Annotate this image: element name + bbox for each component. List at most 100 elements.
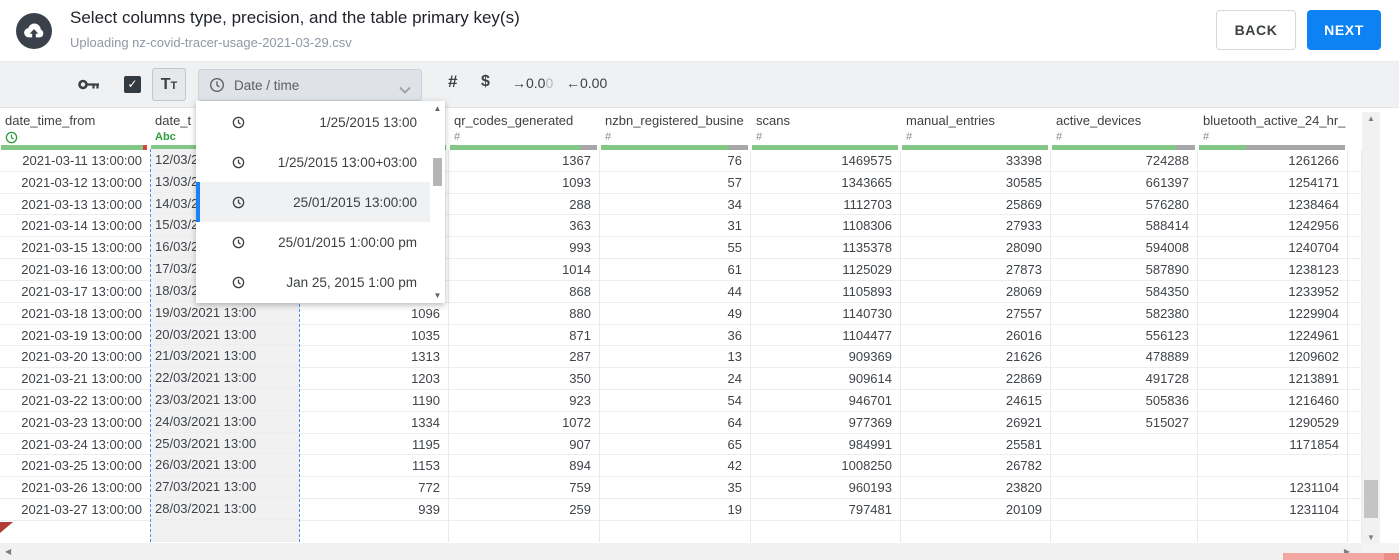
table-cell — [1348, 521, 1361, 541]
table-cell — [1348, 499, 1361, 521]
horizontal-scrollbar[interactable]: ◀ ▶ — [0, 543, 1362, 560]
table-cell: 772 — [300, 477, 448, 499]
column-type-label: # — [1203, 131, 1210, 143]
table-cell — [1198, 455, 1347, 478]
table-cell: 27873 — [901, 259, 1050, 281]
table-cell: 2021-03-15 13:00:00 — [0, 237, 150, 260]
format-option[interactable]: 25/01/2015 1:00:00 pm — [196, 222, 430, 262]
column-type-select[interactable]: Date / time — [198, 69, 422, 101]
vertical-scrollbar[interactable]: ▲ ▼ — [1362, 112, 1380, 544]
next-button[interactable]: NEXT — [1307, 10, 1381, 50]
table-cell: 2021-03-16 13:00:00 — [0, 259, 150, 281]
scroll-left-icon[interactable]: ◀ — [5, 547, 11, 556]
table-cell: 2021-03-27 13:00:00 — [0, 499, 150, 521]
scroll-down-icon[interactable]: ▼ — [430, 291, 445, 300]
table-cell: 909369 — [751, 346, 900, 369]
table-column-qr_codes_generated: qr_codes_generated #1367 1093 288 363 993 1014… — [449, 107, 600, 542]
scroll-up-icon[interactable]: ▲ — [1362, 114, 1380, 123]
table-cell — [600, 521, 750, 541]
table-cell: 28/03/2021 13:00 — [151, 498, 299, 520]
table-cell: 1240704 — [1198, 237, 1347, 260]
table-cell: 960193 — [751, 477, 900, 499]
table-cell: 2021-03-21 13:00:00 — [0, 368, 150, 390]
table-cell: 1469575 — [751, 150, 900, 172]
table-cell: 28069 — [901, 281, 1050, 303]
checkbox-checked-icon[interactable]: ✓ — [124, 76, 141, 93]
text-type-button[interactable]: TT — [152, 68, 186, 101]
table-cell: 2021-03-20 13:00:00 — [0, 346, 150, 369]
table-cell: 797481 — [751, 499, 900, 521]
table-cell: 1105893 — [751, 281, 900, 303]
table-cell: 2021-03-12 13:00:00 — [0, 172, 150, 194]
table-cell: 1242956 — [1198, 215, 1347, 238]
table-cell: 1072 — [449, 412, 599, 434]
column-header[interactable]: qr_codes_generated — [454, 113, 598, 131]
table-cell — [1348, 237, 1361, 260]
table-cell: 25/03/2021 13:00 — [151, 433, 299, 455]
table-cell: 27933 — [901, 215, 1050, 238]
column-header[interactable]: scans — [756, 113, 899, 131]
column-cells — [1348, 150, 1362, 542]
table-cell: 661397 — [1051, 172, 1197, 194]
format-option[interactable]: 1/25/2015 13:00+03:00 — [196, 142, 430, 182]
format-option[interactable]: Jan 25, 2015 1:00 pm — [196, 262, 430, 302]
table-cell: 582380 — [1051, 303, 1197, 325]
table-cell: 2021-03-14 13:00:00 — [0, 215, 150, 238]
scrollbar-thumb[interactable] — [1364, 480, 1378, 518]
table-column-nzbn_registered_busine: nzbn_registered_busine #76 57 34 31 55 61 44 49 3… — [600, 107, 751, 542]
decimal-increase-icon[interactable]: →0.00 — [512, 75, 553, 91]
table-cell: 259 — [449, 499, 599, 521]
column-cells: 1261266 1254171 1238464 1242956 1240704 12381… — [1198, 150, 1348, 542]
table-cell: 26/03/2021 13:00 — [151, 454, 299, 477]
table-cell: 65 — [600, 434, 750, 456]
scroll-up-icon[interactable]: ▲ — [430, 104, 445, 113]
table-cell: 1231104 — [1198, 477, 1347, 499]
hash-icon[interactable]: # — [448, 72, 457, 92]
table-cell — [751, 521, 900, 541]
table-cell — [1348, 455, 1361, 478]
scroll-down-icon[interactable]: ▼ — [1362, 533, 1380, 542]
table-cell — [1348, 172, 1361, 194]
column-header[interactable]: manual_entries — [906, 113, 1049, 131]
column-header[interactable]: nzbn_registered_busine — [605, 113, 749, 131]
column-header[interactable]: active_devices — [1056, 113, 1196, 131]
table-cell: 868 — [449, 281, 599, 303]
table-cell: 24/03/2021 13:00 — [151, 411, 299, 433]
table-cell: 1224961 — [1198, 325, 1347, 347]
column-header[interactable]: date_time_from — [5, 113, 148, 131]
format-option[interactable]: 25/01/2015 13:00:00 — [196, 182, 430, 222]
scrollbar-thumb[interactable] — [433, 158, 442, 186]
dropdown-scrollbar[interactable]: ▲ ▼ — [430, 101, 445, 303]
primary-key-icon[interactable] — [78, 78, 100, 96]
column-header[interactable] — [1353, 113, 1360, 131]
table-cell: 23/03/2021 13:00 — [151, 389, 299, 411]
table-cell: 30585 — [901, 172, 1050, 194]
format-option[interactable]: 1/25/2015 13:00 — [196, 102, 430, 142]
table-cell: 34 — [600, 194, 750, 216]
column-header[interactable]: bluetooth_active_24_hr_ — [1203, 113, 1346, 131]
date-format-dropdown: 1/25/2015 13:00 1/25/2015 13:00+03:00 25/0… — [196, 101, 445, 303]
table-cell: 2021-03-18 13:00:00 — [0, 303, 150, 325]
decimal-decrease-icon[interactable]: ←0.00 — [566, 75, 607, 91]
table-cell: 57 — [600, 172, 750, 194]
table-cell: 1290529 — [1198, 412, 1347, 434]
format-option-label: 1/25/2015 13:00+03:00 — [277, 154, 417, 170]
overflow-highlight-bar — [1283, 553, 1384, 560]
back-button[interactable]: BACK — [1216, 10, 1296, 50]
table-cell: 23820 — [901, 477, 1050, 499]
table-cell: 1233952 — [1198, 281, 1347, 303]
table-cell: 2021-03-23 13:00:00 — [0, 412, 150, 434]
table-cell: 1140730 — [751, 303, 900, 325]
table-cell: 1313 — [300, 346, 448, 369]
invalid-cell-flag-icon — [0, 522, 13, 533]
table-cell — [1348, 150, 1361, 172]
table-cell — [1348, 390, 1361, 412]
table-cell — [1348, 194, 1361, 216]
dollar-icon[interactable]: $ — [481, 73, 490, 91]
format-option-label: 1/25/2015 13:00 — [319, 114, 417, 130]
table-cell: 350 — [449, 368, 599, 390]
table-cell: 588414 — [1051, 215, 1197, 238]
table-cell: 55 — [600, 237, 750, 260]
format-option-label: 25/01/2015 13:00:00 — [293, 194, 417, 210]
table-cell: 2021-03-19 13:00:00 — [0, 325, 150, 347]
